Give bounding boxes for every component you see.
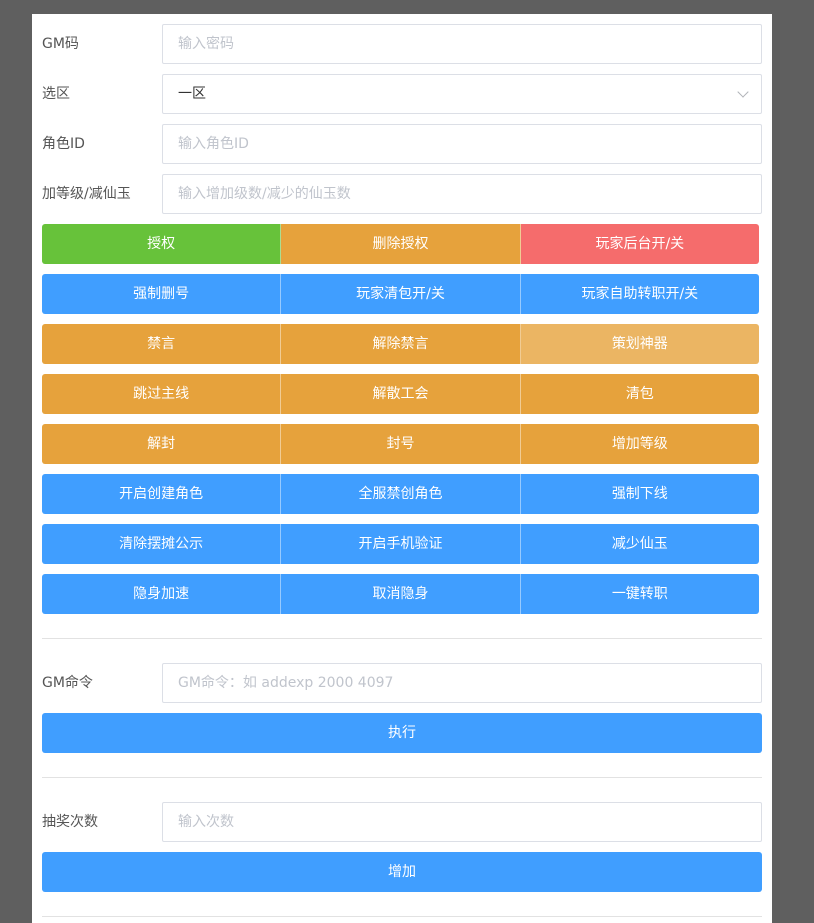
region-label: 选区 <box>42 86 70 102</box>
action-button[interactable]: 开启手机验证 <box>281 524 521 564</box>
button-row: 强制删号 玩家清包开/关 玩家自助转职开/关 <box>42 274 759 314</box>
role-id-row: 角色ID 输入角色ID <box>42 124 762 164</box>
action-button[interactable]: 一键转职 <box>520 574 759 614</box>
gm-command-input[interactable]: GM命令：如 addexp 2000 4097 <box>162 663 762 703</box>
divider <box>42 777 762 778</box>
action-button[interactable]: 取消隐身 <box>281 574 521 614</box>
lottery-count-input[interactable]: 输入次数 <box>162 802 762 842</box>
gm-code-input[interactable]: 输入密码 <box>162 24 762 64</box>
action-button[interactable]: 玩家清包开/关 <box>281 274 521 314</box>
lottery-row: 抽奖次数 输入次数 <box>42 802 762 842</box>
button-row: 隐身加速 取消隐身 一键转职 <box>42 574 759 614</box>
action-button[interactable]: 隐身加速 <box>42 574 282 614</box>
lottery-count-label: 抽奖次数 <box>42 814 98 830</box>
gm-command-label: GM命令 <box>42 675 93 691</box>
region-select[interactable]: 一区 <box>162 74 762 114</box>
action-button[interactable]: 玩家后台开/关 <box>520 224 759 264</box>
button-row: 清除摆摊公示 开启手机验证 减少仙玉 <box>42 524 759 564</box>
level-jade-row: 加等级/减仙玉 输入增加级数/减少的仙玉数 <box>42 174 762 214</box>
gm-code-row: GM码 输入密码 <box>42 24 762 64</box>
action-button[interactable]: 开启创建角色 <box>42 474 282 514</box>
action-button[interactable]: 强制下线 <box>520 474 759 514</box>
action-button[interactable]: 授权 <box>42 224 282 264</box>
add-lottery-button[interactable]: 增加 <box>42 852 762 892</box>
action-button[interactable]: 禁言 <box>42 324 282 364</box>
action-button[interactable]: 增加等级 <box>520 424 759 464</box>
gm-code-label: GM码 <box>42 36 79 52</box>
action-button[interactable]: 清包 <box>520 374 759 414</box>
action-button[interactable]: 全服禁创角色 <box>281 474 521 514</box>
button-row: 跳过主线 解散工会 清包 <box>42 374 759 414</box>
action-button[interactable]: 删除授权 <box>281 224 521 264</box>
action-button[interactable]: 封号 <box>281 424 521 464</box>
action-button[interactable]: 玩家自助转职开/关 <box>520 274 759 314</box>
execute-button[interactable]: 执行 <box>42 713 762 753</box>
gm-command-row: GM命令 GM命令：如 addexp 2000 4097 <box>42 663 762 703</box>
action-button[interactable]: 策划神器 <box>520 324 759 364</box>
role-id-label: 角色ID <box>42 136 85 152</box>
gm-panel: GM码 输入密码 选区 一区 角色ID 输入角色ID 加等级/减仙玉 输入增加级… <box>32 14 772 923</box>
action-button[interactable]: 解封 <box>42 424 282 464</box>
action-button[interactable]: 减少仙玉 <box>520 524 759 564</box>
divider <box>42 916 762 917</box>
button-row: 授权 删除授权 玩家后台开/关 <box>42 224 759 264</box>
action-button[interactable]: 强制删号 <box>42 274 282 314</box>
action-button[interactable]: 清除摆摊公示 <box>42 524 282 564</box>
region-row: 选区 一区 <box>42 74 762 114</box>
button-row: 禁言 解除禁言 策划神器 <box>42 324 759 364</box>
button-row: 开启创建角色 全服禁创角色 强制下线 <box>42 474 759 514</box>
chevron-down-icon <box>737 86 749 98</box>
action-button[interactable]: 解除禁言 <box>281 324 521 364</box>
action-button[interactable]: 跳过主线 <box>42 374 282 414</box>
region-selected-value: 一区 <box>178 86 206 102</box>
level-jade-label: 加等级/减仙玉 <box>42 186 131 202</box>
divider <box>42 638 762 639</box>
button-row: 解封 封号 增加等级 <box>42 424 759 464</box>
level-jade-input[interactable]: 输入增加级数/减少的仙玉数 <box>162 174 762 214</box>
action-button[interactable]: 解散工会 <box>281 374 521 414</box>
role-id-input[interactable]: 输入角色ID <box>162 124 762 164</box>
